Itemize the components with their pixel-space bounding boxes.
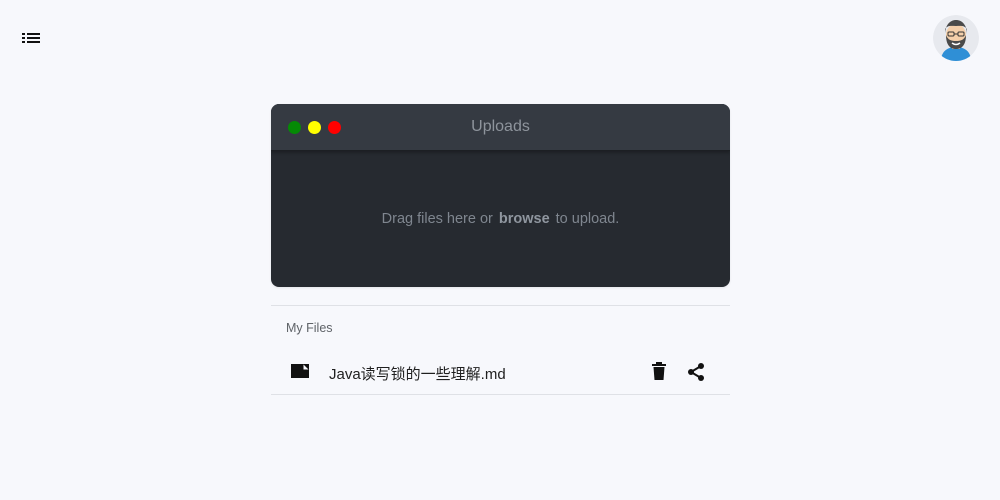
drop-zone[interactable]: Drag files here or browse to upload. [271,151,730,287]
avatar[interactable] [933,15,979,61]
folder-icon [290,363,310,379]
share-icon[interactable] [686,362,706,382]
browse-link[interactable]: browse [499,211,550,227]
bearded-man-avatar-icon [933,15,979,61]
upload-window: Uploads Drag files here or browse to upl… [271,104,730,287]
window-titlebar: Uploads [271,104,730,151]
divider-bottom [271,394,730,395]
file-row[interactable]: Java读写锁的一些理解.md [271,353,730,393]
my-files-heading: My Files [286,321,333,335]
file-name[interactable]: Java读写锁的一些理解.md [329,363,506,384]
list-icon[interactable] [22,32,40,46]
drop-text-after: to upload. [555,211,620,227]
window-title: Uploads [471,118,530,135]
divider-top [271,305,730,306]
trash-icon[interactable] [652,362,666,380]
drop-text-before: Drag files here or [381,211,493,227]
page: Uploads Drag files here or browse to upl… [0,0,1000,500]
